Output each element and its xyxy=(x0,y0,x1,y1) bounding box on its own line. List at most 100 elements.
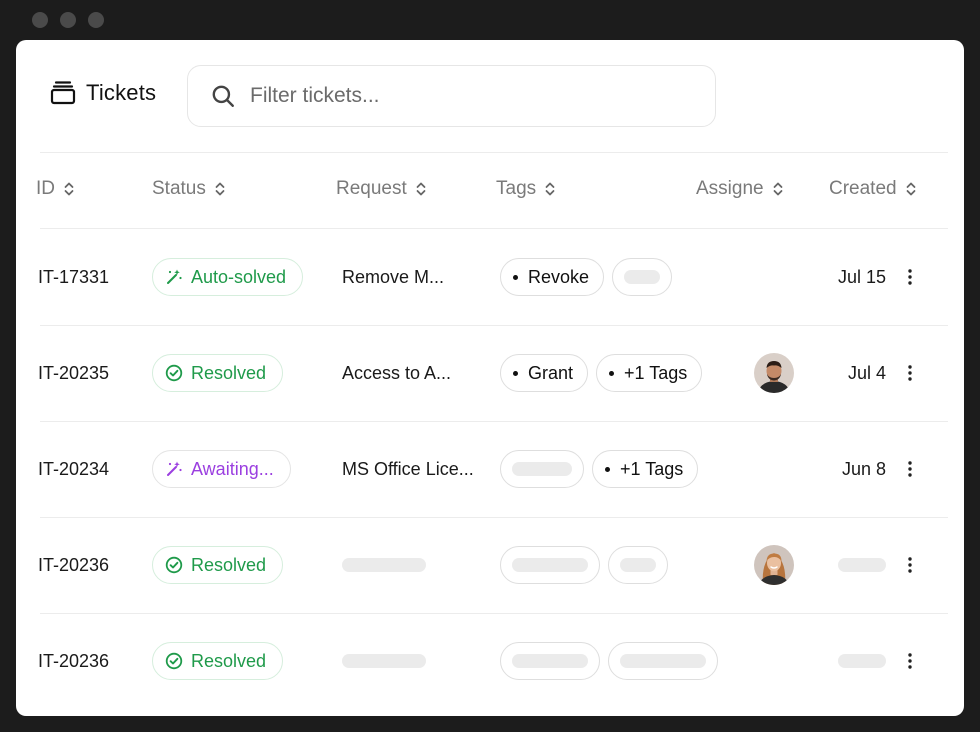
column-header-created[interactable]: Created xyxy=(829,178,917,200)
created-date: Jul 15 xyxy=(837,266,886,287)
table-header: ID Status Request Tags Assigne Created xyxy=(16,154,964,228)
divider xyxy=(40,152,948,153)
status-label: Resolved xyxy=(191,362,267,383)
column-header-id[interactable]: ID xyxy=(36,178,75,200)
ticket-id: IT-17331 xyxy=(38,266,110,287)
row-menu-button[interactable] xyxy=(904,325,916,421)
table-row[interactable]: IT-20234 Awaiting... MS Office Lice... +… xyxy=(16,421,964,517)
sort-icon xyxy=(416,182,426,196)
tag-label: Revoke xyxy=(528,266,590,287)
skeleton-bar xyxy=(838,654,886,668)
magic-wand-icon xyxy=(167,461,182,476)
status-label: Resolved xyxy=(191,554,267,575)
column-header-assignee[interactable]: Assigne xyxy=(696,178,784,200)
skeleton-bar xyxy=(620,558,656,572)
column-label: Status xyxy=(152,178,206,199)
tag-skeleton xyxy=(500,642,600,680)
sort-icon xyxy=(906,182,916,196)
more-tags-chip[interactable]: +1 Tags xyxy=(592,450,699,488)
column-label: ID xyxy=(36,178,55,199)
status-label: Resolved xyxy=(191,650,267,671)
tag-label: Grant xyxy=(528,362,574,383)
more-vertical-icon xyxy=(908,557,912,573)
avatar[interactable] xyxy=(754,545,794,585)
page-title: Tickets xyxy=(86,80,157,105)
status-label: Auto-solved xyxy=(191,266,287,287)
avatar-man-icon xyxy=(754,353,794,393)
tickets-stack-icon xyxy=(50,81,76,105)
column-header-tags[interactable]: Tags xyxy=(496,178,556,200)
table-row[interactable]: IT-17331 Auto-solved Remove M... Revoke xyxy=(16,229,964,325)
table-row[interactable]: IT-20235 Resolved Access to A... Grant +… xyxy=(16,325,964,421)
tag-skeleton xyxy=(612,258,673,296)
sort-icon xyxy=(215,182,225,196)
bullet-icon xyxy=(513,370,518,376)
tag-skeleton xyxy=(500,546,600,584)
table-row[interactable]: IT-20236 Resolved xyxy=(16,613,964,709)
skeleton-bar xyxy=(838,558,886,572)
request-text: Access to A... xyxy=(342,362,452,383)
sort-icon xyxy=(545,182,555,196)
avatar-woman-icon xyxy=(754,545,794,585)
tag-chip[interactable]: Revoke xyxy=(500,258,605,296)
tags-cell: +1 Tags xyxy=(500,421,706,517)
check-circle-icon xyxy=(165,556,183,574)
column-header-status[interactable]: Status xyxy=(152,178,226,200)
ticket-id: IT-20235 xyxy=(38,362,110,383)
search-box[interactable] xyxy=(187,65,716,127)
status-badge: Resolved xyxy=(152,546,284,584)
request-text: Remove M... xyxy=(342,266,445,287)
sort-icon xyxy=(64,182,74,196)
ticket-id: IT-20236 xyxy=(38,650,110,671)
bullet-icon xyxy=(513,274,518,280)
created-date: Jun 8 xyxy=(841,458,886,479)
status-cell: Resolved xyxy=(152,325,284,421)
request-skeleton xyxy=(342,613,426,709)
window-controls xyxy=(32,12,104,28)
column-label: Assigne xyxy=(696,178,764,199)
avatar[interactable] xyxy=(754,353,794,393)
row-menu-button[interactable] xyxy=(904,517,916,613)
row-menu-button[interactable] xyxy=(904,421,916,517)
bullet-icon xyxy=(605,466,610,472)
tags-cell: Grant +1 Tags xyxy=(500,325,710,421)
tag-chip[interactable]: Grant xyxy=(500,354,589,392)
window-dot-maximize[interactable] xyxy=(88,12,104,28)
status-badge: Awaiting... xyxy=(152,450,291,488)
window-dot-minimize[interactable] xyxy=(60,12,76,28)
column-label: Tags xyxy=(496,178,537,199)
request-text: MS Office Lice... xyxy=(342,458,474,479)
tags-cell xyxy=(500,517,676,613)
bullet-icon xyxy=(609,370,615,376)
table-row[interactable]: IT-20236 Resolved xyxy=(16,517,964,613)
ticket-id: IT-20236 xyxy=(38,554,110,575)
row-menu-button[interactable] xyxy=(904,229,916,325)
brand: Tickets xyxy=(50,80,156,106)
skeleton-bar xyxy=(342,654,426,668)
tags-cell: Revoke xyxy=(500,229,680,325)
skeleton-bar xyxy=(342,558,426,572)
request-skeleton xyxy=(342,517,426,613)
tag-skeleton xyxy=(500,450,584,488)
status-badge: Resolved xyxy=(152,354,284,392)
top-bar: Tickets xyxy=(16,40,964,152)
status-cell: Auto-solved xyxy=(152,229,304,325)
skeleton-bar xyxy=(620,654,706,668)
tag-skeleton xyxy=(608,642,718,680)
tags-cell xyxy=(500,613,726,709)
created-skeleton xyxy=(838,517,886,613)
skeleton-bar xyxy=(512,462,572,476)
window-dot-close[interactable] xyxy=(32,12,48,28)
search-icon xyxy=(212,85,234,107)
more-vertical-icon xyxy=(908,653,912,669)
tag-label: +1 Tags xyxy=(624,362,688,383)
status-label: Awaiting... xyxy=(191,458,274,479)
app-window: Tickets ID Status Request Tags A xyxy=(16,40,964,716)
search-input[interactable] xyxy=(248,83,672,109)
row-menu-button[interactable] xyxy=(904,613,916,709)
more-tags-chip[interactable]: +1 Tags xyxy=(596,354,703,392)
column-header-request[interactable]: Request xyxy=(336,178,427,200)
ticket-id: IT-20234 xyxy=(38,458,110,479)
created-date: Jul 4 xyxy=(847,362,886,383)
status-badge: Resolved xyxy=(152,642,284,680)
